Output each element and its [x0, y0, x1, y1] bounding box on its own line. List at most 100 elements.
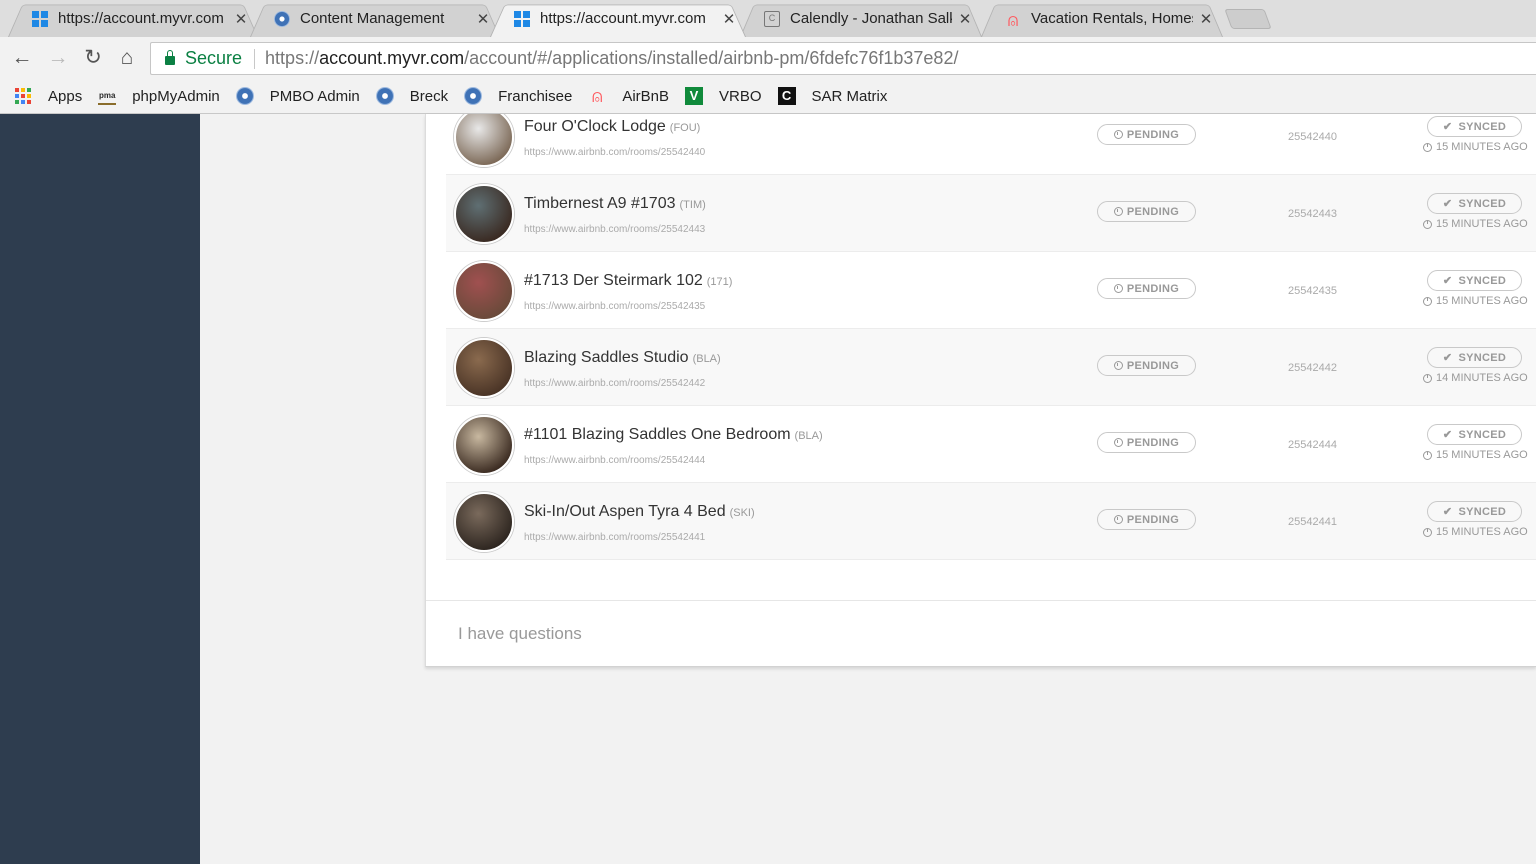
listing-url[interactable]: https://www.airbnb.com/rooms/25542441	[524, 532, 705, 543]
address-bar[interactable]: Secure https://account.myvr.com/account/…	[150, 42, 1536, 75]
tab-content-management[interactable]: Content Management ✕	[250, 0, 500, 38]
listing-name[interactable]: #1713 Der Steirmark 102	[524, 272, 703, 289]
listing-photo	[454, 184, 514, 244]
sync-time: 14 MINUTES AGO	[1423, 372, 1528, 384]
sync-badge: ✔ SYNCED	[1427, 116, 1522, 137]
reload-icon[interactable]: ↻	[81, 47, 105, 71]
listing-row[interactable]: Timbernest A9 #1703 (TIM) https://www.airb…	[446, 175, 1536, 252]
listing-row[interactable]: #1713 Der Steirmark 102 (171) https://www.…	[446, 252, 1536, 329]
check-icon: ✔	[1442, 198, 1453, 210]
myvr-icon	[32, 10, 48, 27]
url-text[interactable]: https://account.myvr.com/account/#/appli…	[265, 48, 958, 69]
listing-name[interactable]: Ski-In/Out Aspen Tyra 4 Bed	[524, 503, 726, 520]
pmbo-gear-icon	[274, 10, 290, 27]
back-arrow-icon[interactable]: ←	[10, 47, 34, 71]
listing-url[interactable]: https://www.airbnb.com/rooms/25542435	[524, 301, 705, 312]
airbnb-icon: ⍝	[1007, 9, 1019, 30]
listing-url[interactable]: https://www.airbnb.com/rooms/25542442	[524, 378, 705, 389]
listing-id: 25542441	[1288, 516, 1337, 528]
clock-icon	[1423, 219, 1432, 229]
clock-icon	[1113, 130, 1123, 139]
check-icon: ✔	[1442, 352, 1453, 364]
listing-id: 25542443	[1288, 208, 1337, 220]
check-icon: ✔	[1442, 275, 1453, 287]
questions-link[interactable]: I have questions	[458, 624, 582, 644]
bookmarks-bar: Apps pma phpMyAdmin PMBO Admin Breck Fra…	[0, 79, 1536, 114]
browser-toolbar: ← → ↻ ⌂ Secure https://account.myvr.com/…	[0, 37, 1536, 79]
listing-name[interactable]: Four O'Clock Lodge	[524, 118, 666, 135]
home-icon[interactable]: ⌂	[115, 47, 139, 71]
status-badge: PENDING	[1097, 201, 1196, 222]
listing-id: 25542435	[1288, 285, 1337, 297]
bookmark-pmbo-admin[interactable]: PMBO Admin	[235, 87, 360, 105]
status-badge: PENDING	[1097, 432, 1196, 453]
close-icon[interactable]: ✕	[1199, 10, 1213, 28]
tab-myvr-active[interactable]: https://account.myvr.com ✕	[490, 0, 746, 38]
clock-icon	[1113, 361, 1123, 370]
airbnb-icon: ⍝	[591, 86, 603, 106]
tab-title: Content Management	[300, 10, 445, 27]
tab-title: https://account.myvr.com	[58, 10, 224, 27]
listing-photo	[454, 338, 514, 398]
tab-title: Calendly - Jonathan Salkc	[790, 10, 952, 27]
sync-badge: ✔ SYNCED	[1427, 501, 1522, 522]
listing-photo	[454, 492, 514, 552]
lock-icon	[165, 50, 175, 65]
tab-calendly[interactable]: C Calendly - Jonathan Salkc ✕	[740, 0, 982, 38]
listing-code: (171)	[706, 276, 733, 288]
bookmark-phpmyadmin[interactable]: pma phpMyAdmin	[98, 87, 220, 105]
clock-icon	[1423, 296, 1432, 306]
status-badge: PENDING	[1097, 355, 1196, 376]
listing-name[interactable]: Timbernest A9 #1703	[524, 195, 676, 212]
bookmark-airbnb[interactable]: ⍝ AirBnB	[588, 87, 669, 105]
forward-arrow-icon[interactable]: →	[46, 47, 70, 71]
listing-row[interactable]: Four O'Clock Lodge (FOU) https://www.airbn…	[446, 114, 1536, 175]
close-icon[interactable]: ✕	[234, 10, 248, 28]
tab-myvr-1[interactable]: https://account.myvr.com ✕	[8, 0, 258, 38]
clock-icon	[1423, 373, 1432, 383]
sync-badge: ✔ SYNCED	[1427, 347, 1522, 368]
listing-url[interactable]: https://www.airbnb.com/rooms/25542443	[524, 224, 705, 235]
status-badge: PENDING	[1097, 278, 1196, 299]
sync-time: 15 MINUTES AGO	[1423, 141, 1528, 153]
close-icon[interactable]: ✕	[476, 10, 490, 28]
sync-badge: ✔ SYNCED	[1427, 424, 1522, 445]
listing-row[interactable]: #1101 Blazing Saddles One Bedroom (BLA) ht…	[446, 406, 1536, 483]
bookmark-franchisee[interactable]: Franchisee	[464, 87, 572, 105]
clock-icon	[1113, 207, 1123, 216]
listing-photo	[454, 114, 514, 167]
sync-time: 15 MINUTES AGO	[1423, 449, 1528, 461]
clock-icon	[1423, 527, 1432, 537]
bookmark-breck[interactable]: Breck	[375, 87, 448, 105]
bookmark-vrbo[interactable]: V VRBO	[685, 87, 762, 105]
listing-code: (BLA)	[692, 353, 721, 365]
myvr-icon	[514, 10, 530, 27]
pmbo-gear-icon	[375, 87, 394, 105]
pmbo-gear-icon	[464, 87, 483, 105]
listings-panel: Four O'Clock Lodge (FOU) https://www.airbn…	[425, 114, 1536, 667]
listing-url[interactable]: https://www.airbnb.com/rooms/25542440	[524, 147, 705, 158]
sync-time: 15 MINUTES AGO	[1423, 526, 1528, 538]
listing-code: (TIM)	[679, 199, 706, 211]
pmbo-gear-icon	[235, 87, 254, 105]
check-icon: ✔	[1442, 429, 1453, 441]
close-icon[interactable]: ✕	[958, 10, 972, 28]
listing-photo	[454, 415, 514, 475]
bookmark-sar-matrix[interactable]: C SAR Matrix	[777, 87, 887, 105]
listing-url[interactable]: https://www.airbnb.com/rooms/25542444	[524, 455, 705, 466]
sar-matrix-icon: C	[777, 87, 796, 105]
listing-name[interactable]: Blazing Saddles Studio	[524, 349, 689, 366]
tab-title: https://account.myvr.com	[540, 10, 706, 27]
calendly-icon: C	[764, 10, 780, 27]
listing-row[interactable]: Ski-In/Out Aspen Tyra 4 Bed (SKI) https://…	[446, 483, 1536, 560]
status-badge: PENDING	[1097, 124, 1196, 145]
close-icon[interactable]: ✕	[722, 10, 736, 28]
new-tab-button[interactable]	[1224, 9, 1272, 29]
listing-row[interactable]: Blazing Saddles Studio (BLA) https://www.a…	[446, 329, 1536, 406]
tab-title: Vacation Rentals, Homes,	[1031, 10, 1193, 27]
listing-name[interactable]: #1101 Blazing Saddles One Bedroom	[524, 426, 791, 443]
clock-icon	[1113, 284, 1123, 293]
tab-airbnb[interactable]: ⍝ Vacation Rentals, Homes, ✕	[981, 0, 1223, 38]
app-sidebar	[0, 114, 200, 864]
bookmark-apps[interactable]: Apps	[14, 87, 82, 105]
